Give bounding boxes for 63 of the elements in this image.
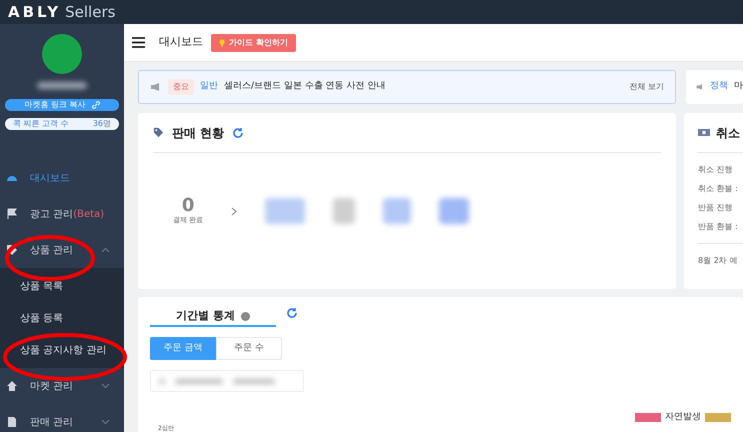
submenu-item[interactable]: 상품 공지사항 관리 xyxy=(0,334,124,366)
sidebar-item-label: 상품 관리 xyxy=(30,244,74,258)
chevron-icon xyxy=(101,419,110,425)
money-icon xyxy=(698,128,710,137)
home-icon xyxy=(6,380,18,392)
metric-toggle[interactable]: 주문 수 xyxy=(216,337,282,360)
importance-badge: 중요 xyxy=(168,79,194,95)
blurred-content xyxy=(265,198,306,224)
logo-suffix: Sellers xyxy=(65,2,116,23)
blurred-content xyxy=(233,378,275,384)
lightbulb-icon xyxy=(219,38,225,46)
notice-text[interactable]: 셀러스/브랜드 일본 수출 연동 사전 안내 xyxy=(224,80,386,94)
page-title: 대시보드 xyxy=(159,34,203,50)
card-title: 취소 xyxy=(716,124,740,142)
view-all-link[interactable]: 전체 보기 xyxy=(629,81,664,93)
refresh-icon[interactable] xyxy=(286,307,298,319)
notice-text[interactable]: 마 xyxy=(734,80,743,94)
card-title: 판매 현황 xyxy=(172,124,224,142)
poke-count: 36명 xyxy=(92,118,111,130)
info-icon xyxy=(240,312,250,320)
stats-title: 기간별 통계 xyxy=(176,308,235,324)
legend-label: 자연발생 xyxy=(665,410,701,424)
sidebar-item-label: 판매 관리 xyxy=(30,416,74,430)
sales-count: 0 xyxy=(182,196,194,215)
cancel-row-label: 반품 환불 : xyxy=(698,221,739,233)
submenu-item[interactable]: 상품 등록 xyxy=(0,302,124,334)
tag-icon xyxy=(153,127,164,138)
blurred-content xyxy=(383,198,412,224)
blurred-content xyxy=(439,198,470,224)
cancel-footer: 8월 2차 예 xyxy=(698,255,743,267)
stats-tab[interactable]: 기간별 통계 xyxy=(150,307,276,327)
link-icon xyxy=(92,101,100,109)
sidebar-item[interactable]: 대시보드 xyxy=(0,160,124,196)
tag-icon xyxy=(6,244,18,256)
blurred-content xyxy=(175,378,223,384)
sidebar-item[interactable]: 판매 관리 xyxy=(0,404,124,432)
submenu-item[interactable]: 상품 목록 xyxy=(0,270,124,302)
sidebar-item[interactable]: 상품 관리 xyxy=(0,232,124,268)
megaphone-icon xyxy=(150,82,162,92)
avatar xyxy=(42,34,82,74)
megaphone-icon xyxy=(696,82,704,92)
flag-icon xyxy=(6,208,18,220)
chevron-icon xyxy=(101,247,110,253)
poke-label: 콕 찌른 고객 수 xyxy=(13,118,69,130)
sidebar-item-label: 광고 관리(Beta) xyxy=(30,208,104,222)
sidebar-item[interactable]: 광고 관리(Beta) xyxy=(0,196,124,232)
blurred-content xyxy=(333,198,356,224)
sidebar-item-label: 마켓 관리 xyxy=(30,380,74,394)
document-icon xyxy=(6,416,18,428)
notice-category: 일반 xyxy=(200,80,218,94)
logo: ABLY xyxy=(8,2,62,23)
refresh-icon[interactable] xyxy=(232,126,244,138)
sidebar-item-label: 대시보드 xyxy=(30,172,70,186)
date-range-field[interactable] xyxy=(150,370,304,392)
notice-category: 정책 xyxy=(710,80,728,94)
cancel-row-label: 취소 환불 : xyxy=(698,183,739,195)
cancel-row-label: 반품 진행 xyxy=(698,202,734,214)
chevron-icon xyxy=(101,383,110,389)
menu-icon[interactable] xyxy=(132,37,145,48)
chevron-icon xyxy=(231,206,238,216)
sidebar-item[interactable]: 마켓 관리 xyxy=(0,368,124,404)
blurred-content xyxy=(37,82,87,89)
cancel-row-label: 취소 진행 xyxy=(698,164,734,176)
